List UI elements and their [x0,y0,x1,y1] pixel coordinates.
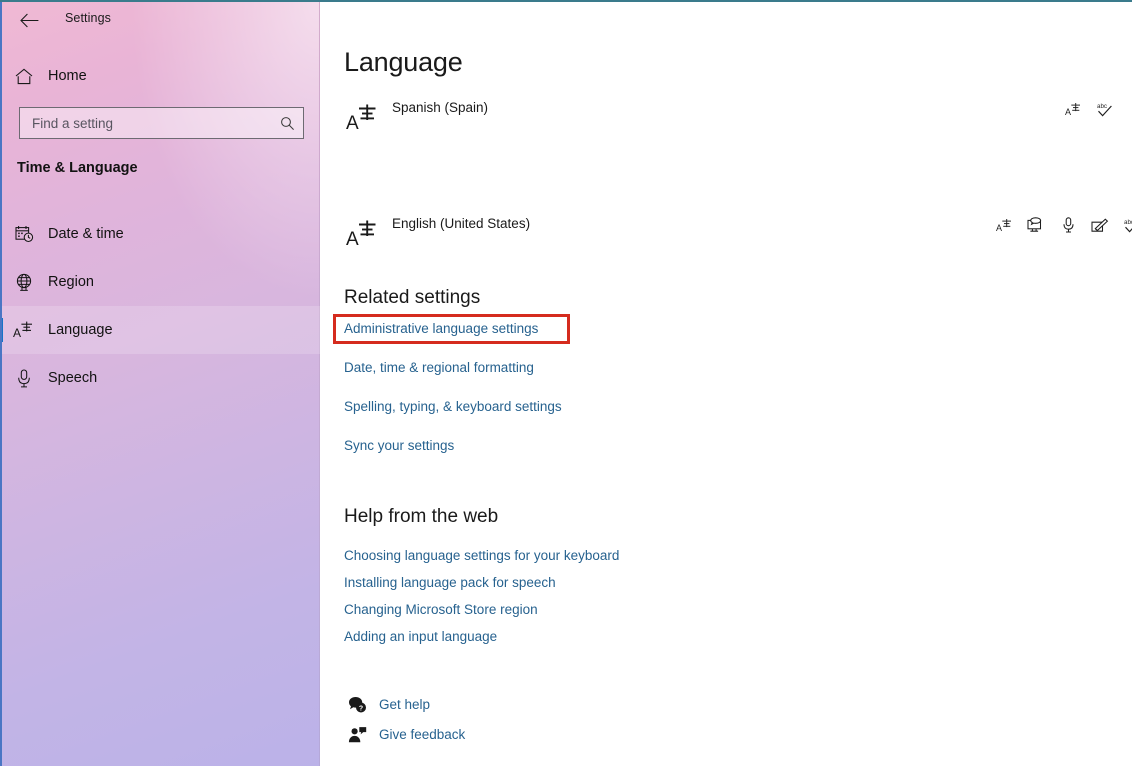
home-icon [0,68,48,85]
microphone-icon [0,368,48,388]
related-settings-heading: Related settings [344,287,481,308]
globe-icon [0,273,48,292]
calendar-clock-icon [0,225,48,243]
spellcheck-icon: abc [1121,214,1132,236]
search-box[interactable] [19,107,304,139]
link-installing-language-pack[interactable]: Installing language pack for speech [344,575,556,590]
svg-text:abc: abc [1124,219,1132,226]
titlebar: Settings [0,2,320,36]
svg-text:?: ? [358,705,362,712]
sidebar-item-language[interactable]: A Language [0,306,320,354]
help-bubble-icon: ? [344,693,370,715]
link-sync-your-settings[interactable]: Sync your settings [344,438,454,453]
page-title: Language [344,47,463,77]
sidebar-item-speech-label: Speech [48,370,98,386]
back-arrow-icon[interactable] [12,5,46,35]
language-list: A Spanish (Spain) A abc A English (Unite… [320,90,1132,249]
language-pack-icon: A [993,214,1015,236]
handwriting-icon [1089,214,1111,236]
link-spelling-typing-keyboard-settings[interactable]: Spelling, typing, & keyboard settings [344,399,562,414]
sidebar-item-speech[interactable]: Speech [0,354,320,402]
window-title: Settings [65,11,111,25]
language-features-spanish: A abc [1062,98,1116,120]
text-to-speech-icon [1025,214,1047,236]
language-icon: A [342,96,384,138]
sidebar-group-title: Time & Language [17,160,138,176]
sidebar-item-region-label: Region [48,274,94,290]
language-name: Spanish (Spain) [392,100,489,115]
language-name: English (United States) [392,216,531,231]
search-input[interactable] [20,108,271,138]
svg-text:abc: abc [1097,103,1107,110]
link-changing-microsoft-store-region[interactable]: Changing Microsoft Store region [344,602,538,617]
svg-text:A: A [13,326,21,340]
link-date-time-regional-formatting[interactable]: Date, time & regional formatting [344,360,534,375]
sidebar-item-region[interactable]: Region [0,258,320,306]
svg-text:A: A [346,229,359,249]
get-help-link[interactable]: ? Get help [344,692,430,716]
sidebar-nav: Date & time Region A Language Speech [0,210,320,402]
sidebar-item-home-label: Home [48,68,87,84]
give-feedback-label: Give feedback [379,726,466,742]
language-row-spanish[interactable]: A Spanish (Spain) A abc [320,90,1112,148]
sidebar-item-date-time[interactable]: Date & time [0,210,320,258]
speech-recognition-icon [1057,214,1079,236]
sidebar-item-language-label: Language [48,322,113,338]
language-icon: A [342,212,384,254]
language-features-english: A ab [993,214,1132,236]
link-administrative-language-settings[interactable]: Administrative language settings [344,321,538,336]
get-help-label: Get help [379,696,431,712]
svg-text:A: A [1065,107,1071,117]
spellcheck-icon: abc [1094,98,1116,120]
main-content: Language A Spanish (Spain) A abc A Engli… [320,2,1132,766]
give-feedback-link[interactable]: Give feedback [344,722,465,746]
search-icon[interactable] [271,108,303,138]
svg-text:A: A [346,113,359,133]
feedback-person-icon [344,723,370,745]
language-icon: A [0,320,48,340]
sidebar-item-date-time-label: Date & time [48,226,124,242]
settings-window: Settings Home Time & Language [0,0,1132,766]
link-adding-an-input-language[interactable]: Adding an input language [344,629,497,644]
link-choosing-language-settings[interactable]: Choosing language settings for your keyb… [344,548,619,563]
sidebar: Settings Home Time & Language [0,2,320,766]
help-from-web-heading: Help from the web [344,506,499,527]
language-row-english[interactable]: A English (United States) A ab [320,206,1132,264]
svg-text:A: A [996,223,1002,233]
language-pack-icon: A [1062,98,1084,120]
sidebar-item-home[interactable]: Home [0,61,320,91]
